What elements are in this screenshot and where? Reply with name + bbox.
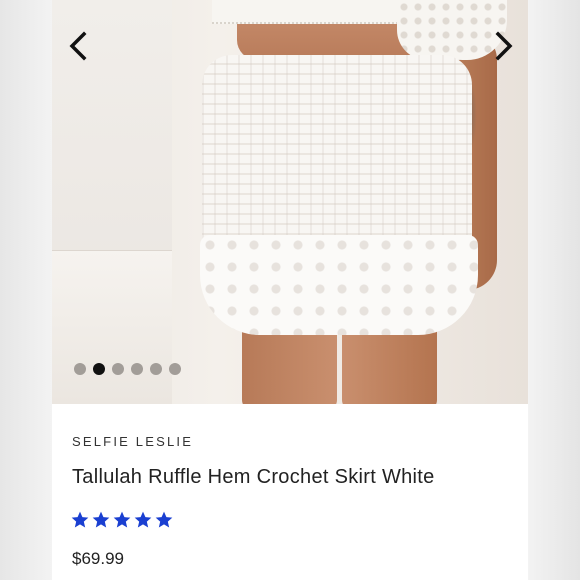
chevron-right-icon: [495, 31, 513, 61]
model-leg-left: [242, 330, 337, 404]
model-leg-right: [342, 330, 437, 404]
pagination-dot[interactable]: [150, 363, 162, 375]
product-image[interactable]: [52, 0, 528, 404]
screen: SELFIE LESLIE Tallulah Ruffle Hem Croche…: [0, 0, 580, 580]
next-image-button[interactable]: [488, 30, 520, 62]
star-icon: [92, 511, 110, 528]
pagination-dot[interactable]: [169, 363, 181, 375]
gallery-pagination: [74, 363, 181, 375]
pagination-dot[interactable]: [131, 363, 143, 375]
star-icon: [134, 511, 152, 528]
product-info-card: SELFIE LESLIE Tallulah Ruffle Hem Croche…: [52, 404, 528, 580]
product-price: $69.99: [72, 549, 124, 568]
star-icon: [155, 511, 173, 528]
product-title[interactable]: Tallulah Ruffle Hem Crochet Skirt White: [72, 466, 435, 489]
brand-name[interactable]: SELFIE LESLIE: [72, 434, 193, 449]
star-icon: [113, 511, 131, 528]
chevron-left-icon: [69, 31, 87, 61]
skirt-ruffle-hem: [200, 235, 478, 335]
left-margin: [0, 0, 52, 580]
star-rating[interactable]: [70, 510, 174, 530]
background-ledge: [52, 250, 172, 404]
pagination-dot[interactable]: [74, 363, 86, 375]
pagination-dot[interactable]: [93, 363, 105, 375]
right-margin: [528, 0, 580, 580]
star-icon: [71, 511, 89, 528]
pagination-dot[interactable]: [112, 363, 124, 375]
previous-image-button[interactable]: [62, 30, 94, 62]
